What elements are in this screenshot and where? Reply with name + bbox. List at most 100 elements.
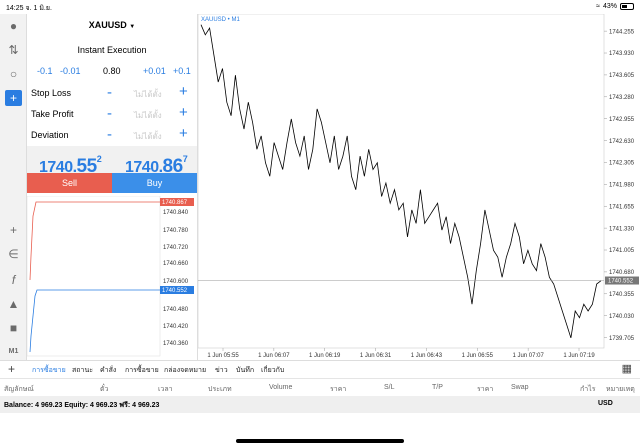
function-icon[interactable]: f	[5, 272, 22, 288]
x-tick-label: 1 Jun 06:07	[258, 353, 290, 359]
bottom-tabs: + การซื้อขาย สถานะ คำสั่ง การซื้อขาย กล่…	[0, 360, 640, 378]
tick-plot-area	[27, 196, 161, 357]
col-tp: T/P	[432, 384, 443, 391]
tick-y-label: 1740.600	[163, 279, 189, 285]
plot-area	[198, 14, 605, 349]
stop-loss-label: Stop Loss	[31, 88, 72, 98]
tab-mailbox[interactable]: กล่องจดหมาย	[164, 365, 206, 376]
step-plus-001[interactable]: +0.01	[143, 66, 166, 76]
status-time: 14:25 จ. 1 มิ.ย.	[6, 3, 52, 14]
y-tick-label: 1740.355	[609, 292, 635, 298]
balance-bar: Balance: 4 969.23 Equity: 4 969.23 ฟรี: …	[0, 396, 640, 413]
tick-y-label: 1740.720	[163, 245, 189, 251]
home-indicator[interactable]	[236, 439, 404, 443]
stop-loss-row: Stop Loss - ไม่ได้ตั้ง +	[31, 83, 197, 104]
chat-icon[interactable]: ○	[5, 66, 22, 82]
y-tick-label: 1743.930	[609, 51, 635, 57]
y-tick-label: 1741.005	[609, 248, 635, 254]
tab-orders[interactable]: คำสั่ง	[100, 365, 116, 376]
take-profit-plus-button[interactable]: +	[179, 104, 188, 121]
trade-icon[interactable]: ⇅	[5, 42, 22, 58]
col-comment: หมายเหตุ	[606, 386, 635, 393]
tab-journal[interactable]: บันทึก	[236, 365, 254, 376]
timeframe-button[interactable]: M1	[5, 344, 22, 360]
deviation-label: Deviation	[31, 130, 69, 140]
objects-icon[interactable]: ▲	[5, 296, 22, 312]
y-tick-label: 1744.255	[609, 29, 635, 35]
status-bar: 14:25 จ. 1 มิ.ย. ≈ 43%	[0, 0, 640, 14]
step-minus-001[interactable]: -0.01	[60, 66, 81, 76]
tab-history[interactable]: การซื้อขาย	[125, 365, 159, 376]
tick-y-label: 1740.360	[163, 341, 189, 347]
indicators-icon[interactable]: ∈	[5, 246, 22, 262]
new-order-icon[interactable]: +	[5, 90, 22, 106]
col-type: ประเภท	[208, 386, 232, 393]
deviation-field[interactable]: ไม่ได้ตั้ง	[134, 130, 162, 143]
app-root: 14:25 จ. 1 มิ.ย. ≈ 43% ● ⇅ ○ + + ∈ f ▲ ■…	[0, 0, 640, 447]
date: จ. 1 มิ.ย.	[25, 5, 52, 12]
accounts-icon[interactable]: ●	[5, 18, 22, 34]
y-tick-label: 1743.605	[609, 73, 635, 79]
tick-y-label: 1740.420	[163, 324, 189, 330]
crosshair-icon[interactable]: +	[5, 222, 22, 238]
bid-tag-label: 1740.552	[162, 288, 188, 294]
balance-text: Balance: 4 969.23 Equity: 4 969.23 ฟรี: …	[4, 402, 160, 409]
x-tick-label: 1 Jun 06:55	[462, 353, 494, 359]
deviation-row: Deviation - ไม่ได้ตั้ง +	[31, 125, 197, 146]
chevron-down-icon: ▼	[129, 24, 136, 30]
take-profit-minus-button[interactable]: -	[107, 105, 112, 122]
symbol-label: XAUUSD	[88, 20, 127, 30]
status-right: ≈ 43%	[596, 3, 634, 10]
stop-loss-minus-button[interactable]: -	[107, 84, 112, 101]
col-time: เวลา	[158, 386, 173, 393]
tick-y-label: 1740.780	[163, 228, 189, 234]
tab-positions[interactable]: สถานะ	[72, 365, 93, 376]
stop-loss-field[interactable]: ไม่ได้ตั้ง	[134, 88, 162, 101]
tick-y-label: 1740.840	[163, 210, 189, 216]
battery-percent: 43%	[602, 3, 617, 10]
col-swap: Swap	[511, 384, 529, 391]
x-tick-label: 1 Jun 07:07	[512, 353, 544, 359]
wifi-icon: ≈	[596, 3, 600, 10]
tick-chart[interactable]: 1740.867 1740.552 1740.840 1740.780 1740.720…	[27, 196, 197, 360]
y-tick-label: 1739.705	[609, 336, 635, 342]
buy-button[interactable]: Buy	[112, 173, 197, 193]
take-profit-row: Take Profit - ไม่ได้ตั้ง +	[31, 104, 197, 125]
col-ticket: ตั๋ว	[100, 386, 109, 393]
col-price2: ราคา	[477, 386, 494, 393]
y-tick-label: 1740.680	[609, 270, 635, 276]
y-tick-label: 1742.630	[609, 139, 635, 145]
tick-y-label: 1740.480	[163, 307, 189, 313]
x-tick-label: 1 Jun 07:19	[563, 353, 595, 359]
step-plus-01[interactable]: +0.1	[173, 66, 191, 76]
y-tick-label: 1742.305	[609, 161, 635, 167]
step-minus-01[interactable]: -0.1	[37, 66, 53, 76]
clock: 14:25	[6, 5, 24, 12]
buy-price-small: 7	[182, 154, 188, 164]
col-price: ราคา	[330, 386, 347, 393]
stop-loss-plus-button[interactable]: +	[179, 83, 188, 100]
tab-news[interactable]: ข่าว	[215, 365, 228, 376]
trade-table-header: สัญลักษณ์ ตั๋ว เวลา ประเภท Volume ราคา S…	[0, 378, 640, 396]
symbol-selector[interactable]: XAUUSD ▼	[27, 20, 197, 30]
execution-mode[interactable]: Instant Execution	[27, 45, 197, 55]
y-tick-label: 1740.030	[609, 314, 635, 320]
tab-trade[interactable]: การซื้อขาย	[32, 365, 66, 376]
deviation-minus-button[interactable]: -	[107, 126, 112, 143]
col-sl: S/L	[384, 384, 395, 391]
tab-about[interactable]: เกี่ยวกับ	[261, 365, 284, 376]
layout-icon[interactable]: ▦	[622, 362, 632, 375]
left-toolbar: ● ⇅ ○ + + ∈ f ▲ ■ M1	[0, 14, 27, 360]
add-icon[interactable]: +	[8, 362, 15, 376]
y-tick-label: 1741.655	[609, 204, 635, 210]
deviation-plus-button[interactable]: +	[179, 125, 188, 142]
volume-value[interactable]: 0.80	[103, 66, 121, 76]
price-chart[interactable]: XAUUSD • M1 1744.255 1743.930 1743.605 1743.…	[197, 14, 640, 360]
x-tick-label: 1 Jun 06:31	[360, 353, 392, 359]
take-profit-field[interactable]: ไม่ได้ตั้ง	[134, 109, 162, 122]
y-tick-label: 1743.280	[609, 95, 635, 101]
templates-icon[interactable]: ■	[5, 320, 22, 336]
currency: USD	[598, 400, 613, 407]
sell-button[interactable]: Sell	[27, 173, 112, 193]
take-profit-label: Take Profit	[31, 109, 74, 119]
